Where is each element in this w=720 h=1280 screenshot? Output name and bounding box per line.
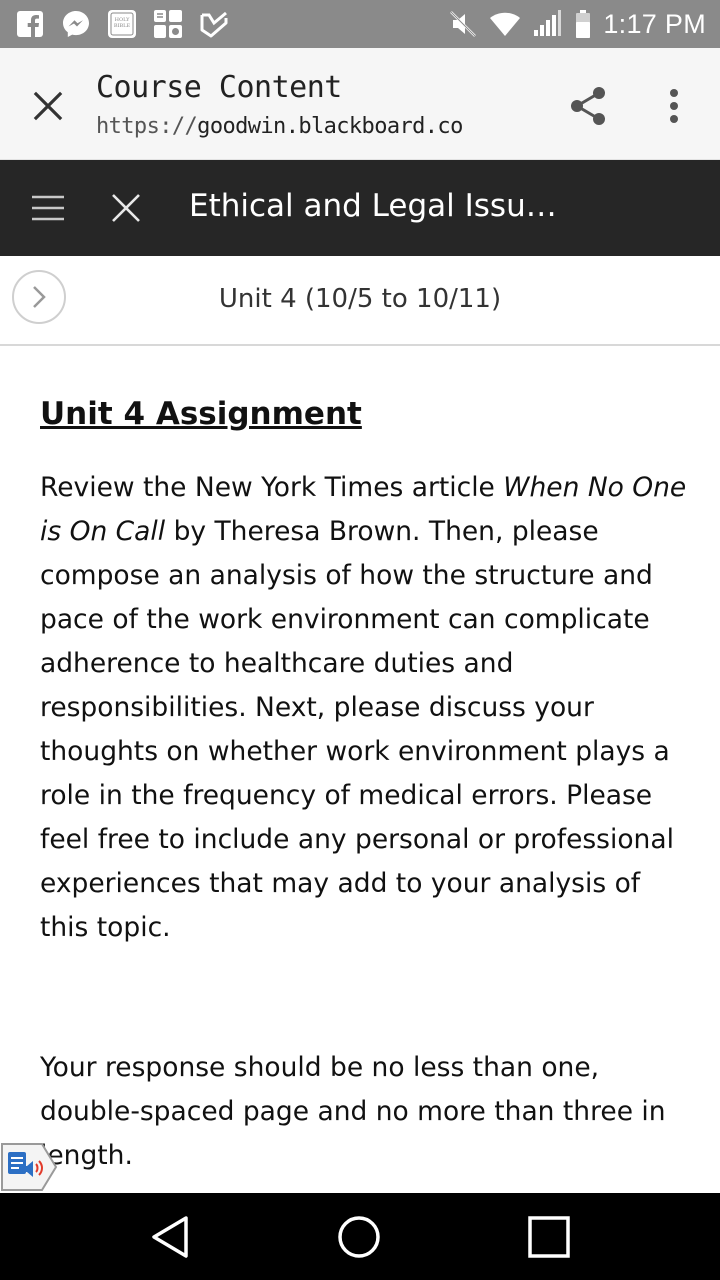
unit-title: Unit 4 (10/5 to 10/11) — [218, 284, 502, 314]
system-status-icons: 1:17 PM — [447, 8, 706, 40]
more-options-button[interactable] — [648, 80, 700, 132]
close-icon — [112, 194, 140, 222]
signal-icon — [531, 8, 563, 40]
recents-button[interactable] — [525, 1213, 573, 1261]
holy-bible-icon: HOLY BIBLE — [106, 8, 138, 40]
menu-button[interactable] — [20, 182, 76, 234]
close-course-button[interactable] — [100, 182, 152, 234]
home-icon — [338, 1216, 380, 1258]
status-bar: HOLY BIBLE 1:17 PM — [0, 0, 720, 48]
wifi-icon — [489, 8, 521, 40]
navigation-bar — [0, 1193, 720, 1280]
assignment-instructions: Review the New York Times article When N… — [40, 466, 690, 950]
messenger-icon — [60, 8, 92, 40]
notification-icons: HOLY BIBLE — [14, 8, 230, 40]
length-requirement: Your response should be no less than one… — [40, 1052, 666, 1171]
share-button[interactable] — [562, 80, 614, 132]
facebook-icon — [14, 8, 46, 40]
back-button[interactable] — [146, 1213, 194, 1261]
back-icon — [152, 1216, 188, 1258]
page-title: Course Content — [96, 70, 342, 105]
svg-text:BIBLE: BIBLE — [114, 23, 131, 29]
app-grid-icon — [152, 8, 184, 40]
read-aloud-button[interactable] — [0, 1140, 60, 1194]
course-title: Ethical and Legal Issu… — [189, 188, 557, 224]
check-inbox-icon — [198, 8, 230, 40]
app-bar: Ethical and Legal Issu… — [0, 160, 720, 256]
recents-icon — [528, 1216, 570, 1258]
home-button[interactable] — [335, 1213, 383, 1261]
assignment-heading: Unit 4 Assignment — [40, 396, 362, 432]
browser-tab-header: Course Content https://goodwin.blackboar… — [0, 48, 720, 160]
battery-icon — [573, 8, 593, 40]
url-scheme: https:// — [96, 114, 198, 139]
mute-icon — [447, 8, 479, 40]
read-aloud-icon — [1, 1143, 58, 1191]
instructions-text-start: Review the New York Times article — [40, 472, 504, 503]
close-icon — [33, 91, 63, 121]
hamburger-menu-icon — [32, 195, 64, 221]
share-icon — [571, 87, 605, 125]
url-display[interactable]: https://goodwin.blackboard.com — [96, 114, 462, 139]
close-tab-button[interactable] — [22, 80, 74, 132]
unit-header: Unit 4 (10/5 to 10/11) — [0, 256, 720, 346]
clock: 1:17 PM — [603, 8, 706, 39]
instructions-text-rest: by Theresa Brown. Then, please compose a… — [40, 516, 674, 943]
more-vertical-icon — [670, 89, 678, 123]
assignment-content: Unit 4 Assignment Review the New York Ti… — [40, 392, 690, 1178]
url-host: goodwin.blackboard.com — [197, 114, 462, 139]
